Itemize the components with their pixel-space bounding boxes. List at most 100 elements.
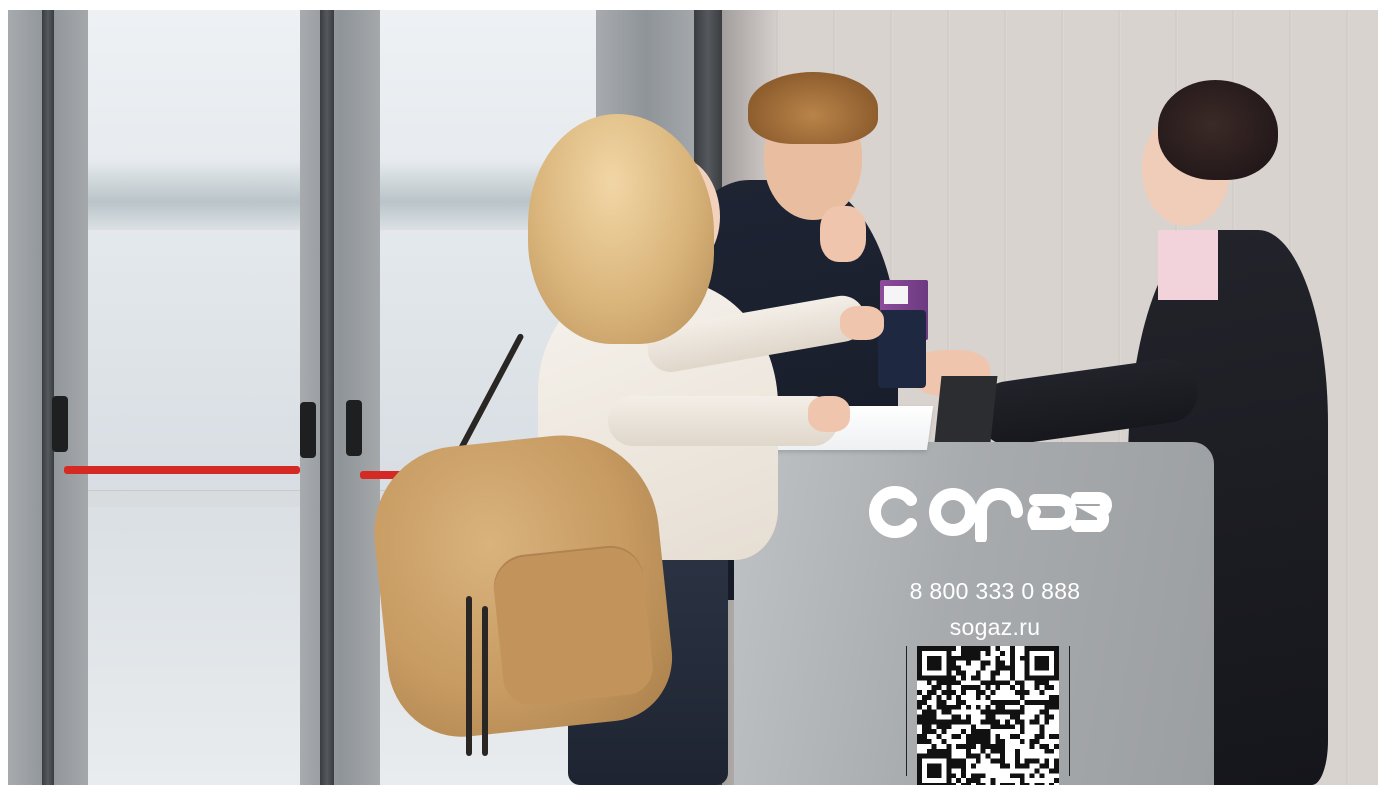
qr-module [1049, 675, 1055, 681]
qr-module [926, 690, 932, 695]
qr-module [961, 719, 966, 725]
qr-module [931, 655, 937, 661]
qr-module [1054, 743, 1059, 749]
qr-module [1000, 748, 1006, 754]
qr-module [956, 680, 962, 686]
qr-module [1044, 660, 1050, 666]
qr-module [917, 665, 922, 671]
qr-module [951, 660, 957, 666]
qr-module [1010, 655, 1015, 661]
qr-module [946, 660, 952, 666]
qr-module [936, 734, 942, 740]
qr-module [926, 704, 932, 710]
qr-module [951, 714, 957, 720]
qr-module [1029, 758, 1035, 764]
qr-module [1000, 709, 1006, 715]
qr-module [1039, 699, 1045, 705]
qr-module [956, 694, 962, 700]
qr-module [1019, 739, 1025, 744]
qr-module [1014, 714, 1020, 720]
qr-module [1010, 724, 1015, 730]
qr-module [1049, 646, 1055, 651]
qr-module [1024, 758, 1030, 764]
qr-module [1000, 699, 1006, 705]
qr-module [951, 758, 957, 764]
qr-module [1034, 714, 1040, 720]
qr-module [1010, 714, 1015, 720]
qr-module [995, 699, 1001, 705]
check-in-monitor [934, 376, 998, 442]
qr-module [1044, 646, 1050, 651]
qr-module [985, 734, 991, 740]
qr-module [917, 714, 922, 720]
qr-module [931, 768, 937, 774]
qr-module [965, 714, 971, 720]
qr-module [921, 729, 927, 735]
qr-module [1034, 734, 1040, 740]
qr-module [970, 739, 976, 744]
qr-module [990, 743, 996, 749]
qr-module [1019, 778, 1025, 784]
qr-module [1049, 699, 1055, 705]
qr-module [965, 734, 971, 740]
qr-module [946, 704, 952, 710]
qr-module [1010, 685, 1015, 691]
qr-module [1019, 709, 1025, 715]
qr-module [995, 680, 1001, 686]
website-link[interactable]: sogaz.ru [865, 614, 1125, 641]
qr-module [961, 670, 966, 676]
qr-module [926, 739, 932, 744]
qr-module [975, 675, 981, 681]
qr-module [980, 743, 986, 749]
qr-code-icon[interactable] [917, 646, 1059, 785]
qr-module [1000, 758, 1006, 764]
qr-module [1019, 694, 1025, 700]
door-lock [52, 396, 68, 452]
qr-module [941, 690, 947, 695]
qr-module [995, 724, 1001, 730]
qr-module [1024, 763, 1030, 769]
qr-module [995, 739, 1001, 744]
qr-module [931, 675, 937, 681]
qr-module [946, 758, 952, 764]
qr-module [946, 685, 952, 691]
qr-module [980, 646, 986, 651]
qr-module [1039, 665, 1045, 671]
qr-module [1044, 714, 1050, 720]
qr-module [956, 778, 962, 784]
qr-module [990, 680, 996, 686]
qr-module [1010, 650, 1015, 656]
qr-module [961, 758, 966, 764]
qr-module [946, 753, 952, 759]
qr-module [936, 685, 942, 691]
qr-module [946, 675, 952, 681]
qr-module [951, 690, 957, 695]
qr-module [917, 739, 922, 744]
qr-module [926, 773, 932, 779]
qr-module [1005, 665, 1011, 671]
qr-module [956, 714, 962, 720]
qr-module [965, 778, 971, 784]
qr-module [1000, 680, 1006, 686]
qr-module [1034, 699, 1040, 705]
qr-module [926, 748, 932, 754]
qr-module [936, 655, 942, 661]
qr-module [980, 665, 986, 671]
qr-module [1039, 660, 1045, 666]
young-woman-hand [840, 306, 884, 340]
sogaz-logo [869, 486, 1112, 542]
qr-module [946, 665, 952, 671]
qr-module [990, 675, 996, 681]
qr-module [965, 660, 971, 666]
qr-module [926, 714, 932, 720]
qr-module [941, 739, 947, 744]
phone-number[interactable]: 8 800 333 0 888 [865, 578, 1125, 605]
qr-module [921, 675, 927, 681]
qr-module [946, 748, 952, 754]
qr-module [965, 748, 971, 754]
qr-module [926, 753, 932, 759]
qr-module [1005, 699, 1011, 705]
qr-module [1039, 734, 1045, 740]
qr-module [946, 709, 952, 715]
qr-module [985, 650, 991, 656]
